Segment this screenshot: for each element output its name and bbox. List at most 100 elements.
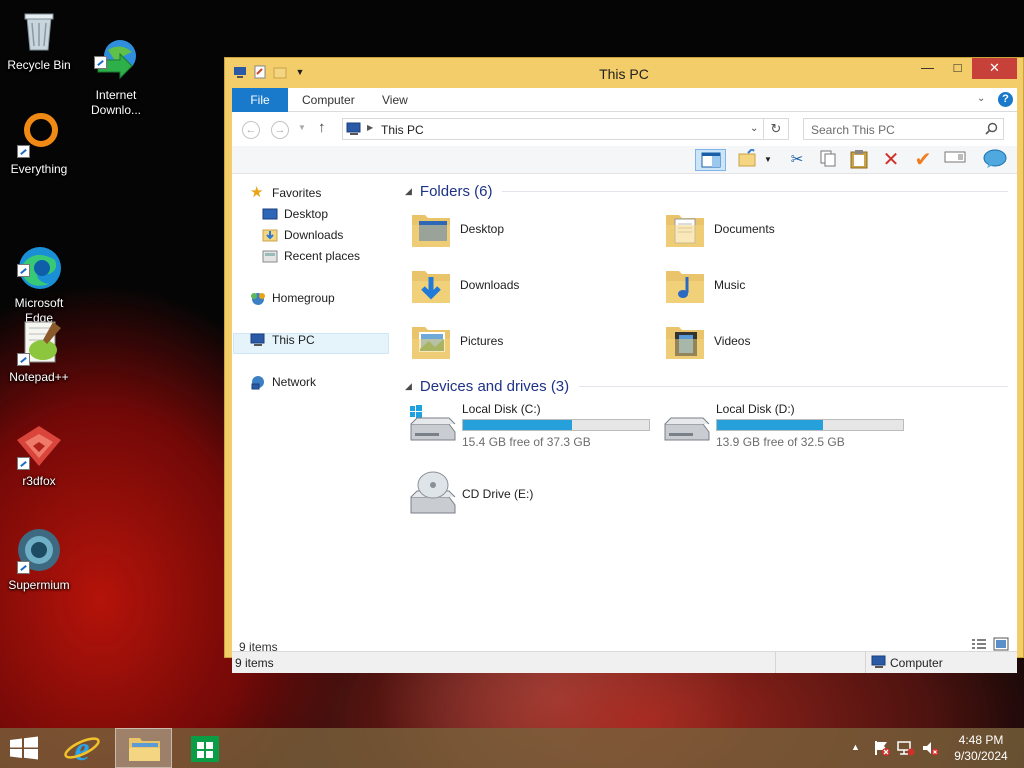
- supermium-browser-icon: [15, 526, 63, 574]
- nav-item-network[interactable]: Network: [250, 372, 316, 392]
- tab-file[interactable]: File: [232, 88, 288, 112]
- address-row: ← → ▼ ↑ ▶ This PC ⌄ ↻ Search This PC: [232, 112, 1017, 146]
- status-divider: [775, 652, 776, 673]
- nav-item-label: Desktop: [284, 207, 329, 221]
- group-divider: [579, 385, 1008, 387]
- start-button[interactable]: [0, 728, 48, 768]
- folders-group-header[interactable]: ◢ Folders (6): [405, 181, 1008, 201]
- search-placeholder: Search This PC: [811, 123, 895, 137]
- options-dropdown-icon[interactable]: ▼: [762, 149, 774, 171]
- back-button[interactable]: ←: [242, 121, 260, 139]
- address-bar[interactable]: ▶ This PC ⌄: [342, 118, 764, 140]
- desktop-icon-label: Recycle Bin: [7, 58, 71, 72]
- cut-icon[interactable]: ✂: [785, 149, 809, 171]
- tab-computer[interactable]: Computer: [289, 88, 368, 112]
- select-icon[interactable]: ✔: [911, 149, 935, 171]
- group-title: Folders (6): [419, 182, 493, 200]
- rename-icon[interactable]: [943, 149, 967, 171]
- taskbar-store[interactable]: [181, 728, 229, 768]
- preview-pane-icon[interactable]: [695, 149, 726, 171]
- desktop-icon-label: Everything: [10, 162, 68, 176]
- desktop-icon-internet-download-manager[interactable]: Internet Downlo...: [78, 6, 154, 118]
- nav-item-recent-places[interactable]: Recent places: [262, 246, 360, 266]
- folder-music[interactable]: Music: [663, 260, 903, 310]
- breadcrumb-separator-icon[interactable]: ▶: [367, 123, 373, 132]
- folder-desktop[interactable]: Desktop: [409, 204, 649, 254]
- close-button[interactable]: ✕: [972, 58, 1017, 79]
- folder-pictures[interactable]: Pictures: [409, 316, 649, 366]
- folder-options-icon[interactable]: [736, 147, 760, 171]
- clock[interactable]: 4:48 PM 9/30/2024: [946, 728, 1016, 768]
- nav-item-label: Favorites: [272, 186, 322, 200]
- desktop-icon-notepad-plus-plus[interactable]: Notepad++: [1, 318, 77, 385]
- drive-e[interactable]: CD Drive (E:): [409, 471, 659, 521]
- desktop-icon-everything[interactable]: Everything: [1, 110, 77, 177]
- network-icon: [250, 375, 266, 390]
- search-input[interactable]: Search This PC: [803, 118, 1004, 140]
- recent-locations-dropdown[interactable]: ▼: [298, 123, 306, 132]
- taskbar-internet-explorer[interactable]: e: [58, 728, 106, 768]
- nav-item-label: Network: [272, 375, 317, 389]
- show-hidden-icons-button[interactable]: ▲: [851, 742, 860, 768]
- shortcut-arrow-icon: [17, 561, 30, 574]
- drive-d[interactable]: Local Disk (D:) 13.9 GB free of 32.5 GB: [663, 402, 913, 450]
- delete-icon[interactable]: ✕: [879, 149, 903, 171]
- minimize-button[interactable]: —: [913, 58, 942, 79]
- explorer-body: File Computer View ⌄ ? ← → ▼ ↑ ▶ This PC…: [232, 88, 1017, 654]
- shortcut-arrow-icon: [94, 56, 107, 69]
- nav-item-desktop[interactable]: Desktop: [262, 204, 328, 224]
- folder-label: Pictures: [460, 334, 504, 348]
- folder-label: Desktop: [460, 222, 505, 236]
- desktop-icon-r3dfox[interactable]: r3dfox: [1, 422, 77, 489]
- network-status-icon[interactable]: [897, 740, 915, 768]
- action-center-icon[interactable]: [873, 740, 891, 768]
- drive-free-space: 13.9 GB free of 32.5 GB: [716, 435, 845, 449]
- desktop-icon-microsoft-edge[interactable]: Microsoft Edge: [1, 214, 77, 326]
- content-pane: ◢ Folders (6) Desktop Documents Download…: [398, 175, 1017, 621]
- computer-icon: [871, 655, 887, 675]
- forward-button[interactable]: →: [271, 121, 289, 139]
- desktop-icon: [262, 207, 278, 221]
- breadcrumb-this-pc[interactable]: This PC: [381, 123, 424, 137]
- drives-group-header[interactable]: ◢ Devices and drives (3): [405, 376, 1008, 396]
- explorer-window: ▼ This PC — □ ✕ File Computer View ⌄ ? ←…: [224, 57, 1024, 673]
- nav-item-label: This PC: [272, 333, 315, 347]
- up-button[interactable]: ↑: [318, 119, 326, 136]
- maximize-button[interactable]: □: [943, 58, 972, 79]
- shortcut-arrow-icon: [17, 353, 30, 366]
- collapse-caret-icon[interactable]: ◢: [405, 381, 412, 392]
- folder-label: Downloads: [460, 278, 520, 292]
- collapse-caret-icon[interactable]: ◢: [405, 186, 412, 197]
- clock-date: 9/30/2024: [954, 749, 1008, 763]
- desktop-icon-recycle-bin[interactable]: Recycle Bin: [1, 6, 77, 73]
- refresh-icon[interactable]: ↻: [763, 118, 789, 140]
- folder-downloads[interactable]: Downloads: [409, 260, 649, 310]
- taskbar-file-explorer[interactable]: [115, 728, 172, 768]
- expand-ribbon-icon[interactable]: ⌄: [977, 93, 985, 104]
- search-icon[interactable]: [985, 122, 998, 138]
- drive-c[interactable]: Local Disk (C:) 15.4 GB free of 37.3 GB: [409, 402, 659, 450]
- taskbar: e ▲ 4:48 PM 9/30/2024: [0, 728, 1024, 768]
- nav-item-this-pc[interactable]: This PC: [250, 330, 315, 350]
- volume-muted-icon[interactable]: [921, 740, 939, 768]
- copy-icon[interactable]: [816, 149, 840, 171]
- drive-usage-bar: [462, 419, 650, 431]
- help-icon[interactable]: ?: [998, 92, 1013, 107]
- drive-usage-fill: [463, 420, 573, 430]
- paste-icon[interactable]: [847, 149, 871, 171]
- nav-item-downloads[interactable]: Downloads: [262, 225, 343, 245]
- folder-videos[interactable]: Videos: [663, 316, 903, 366]
- folder-documents[interactable]: Documents: [663, 204, 903, 254]
- nav-item-favorites[interactable]: ★ Favorites: [250, 183, 321, 203]
- status-bar: 9 items Computer: [232, 651, 1017, 673]
- tab-view[interactable]: View: [369, 88, 421, 112]
- address-dropdown-icon[interactable]: ⌄: [750, 123, 758, 134]
- title-bar[interactable]: ▼ This PC — □ ✕: [225, 58, 1023, 88]
- downloads-icon: [262, 228, 278, 242]
- desktop-icon-supermium[interactable]: Supermium: [1, 526, 77, 593]
- desktop-icon-label: r3dfox: [22, 474, 56, 488]
- chat-icon[interactable]: [983, 149, 1007, 171]
- file-explorer-icon: [129, 738, 160, 761]
- nav-item-homegroup[interactable]: Homegroup: [250, 288, 335, 308]
- drive-label: Local Disk (D:): [716, 402, 795, 416]
